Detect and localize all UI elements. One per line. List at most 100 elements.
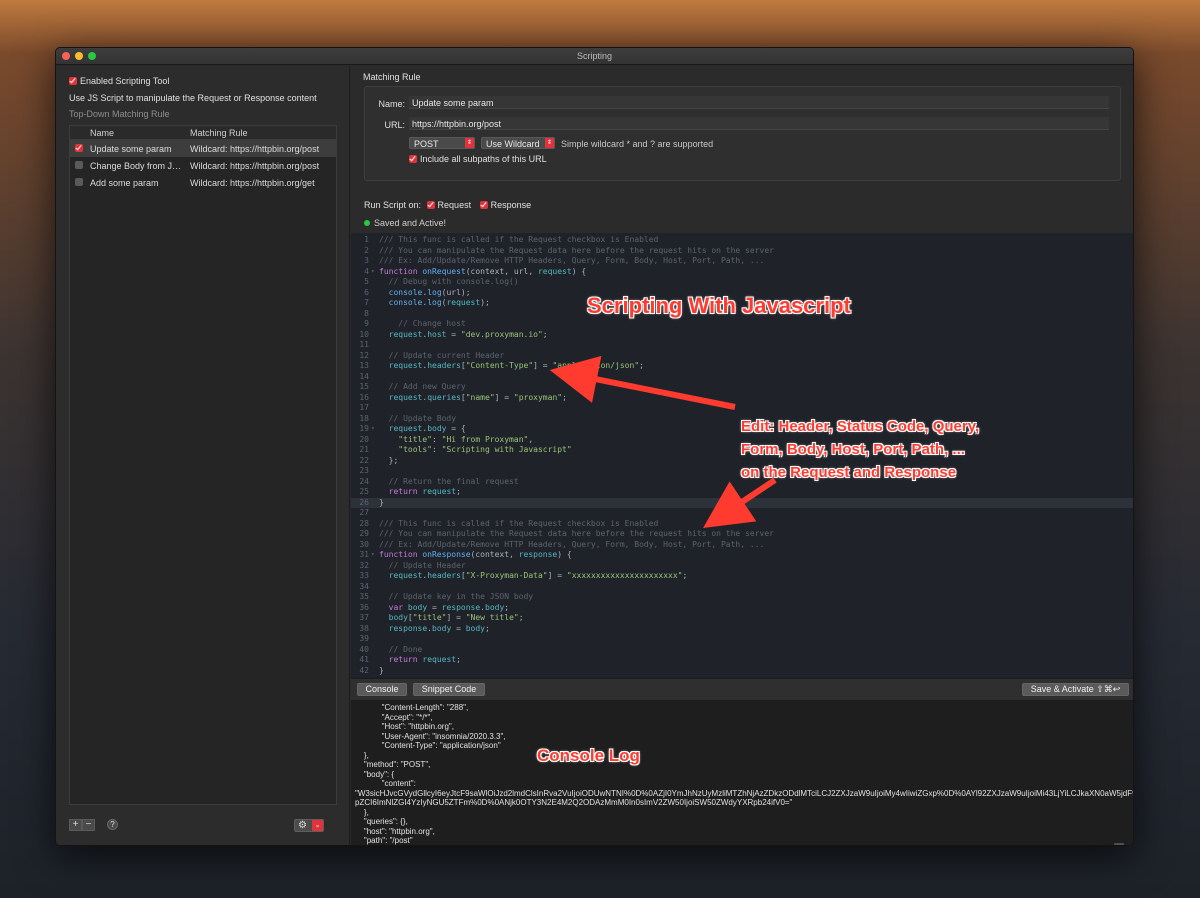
- rule-row[interactable]: Add some param Wildcard: https://httpbin…: [70, 174, 336, 191]
- code-line[interactable]: 29 /// You can manipulate the Request dat…: [351, 529, 1133, 540]
- line-number: 9: [364, 319, 369, 328]
- code-line[interactable]: 13 request.headers["Content-Type"] = "ap…: [351, 361, 1133, 372]
- run-script-on-label: Run Script on:: [364, 200, 422, 210]
- settings-menu-button[interactable]: ⚙ ⌄: [294, 819, 324, 832]
- rule-enabled-checkbox[interactable]: [75, 178, 83, 186]
- col-header-matching-rule[interactable]: Matching Rule: [190, 128, 248, 138]
- code-line[interactable]: 12 // Update current Header: [351, 350, 1133, 362]
- include-subpaths-row[interactable]: Include all subpaths of this URL: [409, 154, 547, 164]
- code-editor[interactable]: 42} 41 return request; 40 // Done 39 38 resp…: [351, 233, 1133, 678]
- code-line[interactable]: 36 var body = response.body;: [351, 603, 1133, 614]
- rule-enabled-checkbox[interactable]: [75, 161, 83, 169]
- line-number: 12: [359, 350, 369, 360]
- enable-scripting-row[interactable]: Enabled Scripting Tool: [69, 76, 169, 86]
- line-number: 11: [359, 340, 369, 349]
- code-line[interactable]: 27: [351, 508, 1133, 519]
- code-line[interactable]: 33 request.headers["X-Proxyman-Data"] = …: [351, 571, 1133, 582]
- code-line[interactable]: 30 /// Ex: Add/Update/Remove HTTP Headers…: [351, 539, 1133, 551]
- code-line[interactable]: 15 // Add new Query: [351, 382, 1133, 393]
- rule-name: Add some param: [90, 178, 159, 188]
- help-button[interactable]: ?: [107, 819, 118, 830]
- match-mode-value: Use Wildcard: [486, 139, 540, 149]
- code-line[interactable]: 1 /// This func is called if the Request …: [351, 235, 1133, 246]
- col-header-name[interactable]: Name: [90, 128, 114, 138]
- line-number: 20: [359, 434, 369, 444]
- rule-enabled-checkbox[interactable]: [75, 144, 83, 152]
- code-text: // Debug with console.log(): [379, 277, 519, 286]
- scripting-window: Scripting Enabled Scripting Tool Use JS …: [55, 47, 1134, 846]
- code-line[interactable]: 41 return request;: [351, 655, 1133, 666]
- code-line[interactable]: 5 // Debug with console.log(): [351, 277, 1133, 288]
- save-activate-button[interactable]: Save & Activate ⇧⌘↩: [1022, 683, 1129, 696]
- code-line[interactable]: 39: [351, 634, 1133, 645]
- code-line[interactable]: 42}: [351, 666, 1133, 677]
- rule-row[interactable]: Update some param Wildcard: https://http…: [70, 140, 336, 157]
- code-line[interactable]: 31 ▾ function onResponse(context, response…: [351, 550, 1133, 561]
- include-subpaths-checkbox[interactable]: [409, 155, 417, 163]
- code-text: console.log(request);: [388, 298, 490, 307]
- code-line[interactable]: 16 request.queries["name"] = "proxyman";: [351, 393, 1133, 404]
- code-line[interactable]: 26}: [351, 497, 1133, 508]
- enable-scripting-label: Enabled Scripting Tool: [80, 76, 170, 86]
- line-number: 8: [364, 308, 369, 318]
- code-text: request.host = "dev.proxyman.io";: [388, 329, 548, 339]
- code-text: // Update key in the JSON body: [379, 592, 534, 601]
- console-line: pZCI6ImNlZGI4YzIyNGU5ZTFm%0D%0ANjk0OTY3N…: [355, 798, 793, 807]
- code-line[interactable]: 37 body["title"] = "New title";: [351, 613, 1133, 624]
- console-line: "path": "/post": [355, 836, 413, 845]
- trash-icon[interactable]: [1114, 843, 1124, 845]
- console-line: "Content-Type": "application/json": [355, 741, 501, 750]
- rule-name: Change Body from JS...: [90, 161, 185, 171]
- code-text: /// This func is called if the Request c…: [379, 518, 659, 528]
- code-text: // Done: [379, 644, 423, 654]
- url-field[interactable]: https://httpbin.org/post: [409, 117, 1109, 130]
- code-line[interactable]: 10 request.host = "dev.proxyman.io";: [351, 329, 1133, 341]
- annotation-edit-block: Edit: Header, Status Code, Query, Form, …: [741, 415, 979, 484]
- enable-scripting-checkbox[interactable]: [69, 77, 77, 85]
- code-line[interactable]: 25 return request;: [351, 487, 1133, 498]
- code-line[interactable]: 28 /// This func is called if the Request…: [351, 518, 1133, 530]
- code-text: /// Ex: Add/Update/Remove HTTP Headers, …: [379, 256, 765, 265]
- method-select[interactable]: POST ⇕: [409, 137, 475, 149]
- console-log-panel[interactable]: : Run Script successfully!} "path": "/po…: [351, 701, 1133, 845]
- line-number: 27: [359, 508, 369, 517]
- rule-match: Wildcard: https://httpbin.org/post: [190, 161, 320, 171]
- line-number: 30: [359, 539, 369, 549]
- line-number: 23: [359, 466, 369, 475]
- snippet-code-button[interactable]: Snippet Code: [413, 683, 485, 696]
- code-line[interactable]: 32 // Update Header: [351, 561, 1133, 572]
- code-line[interactable]: 3 /// Ex: Add/Update/Remove HTTP Headers,…: [351, 256, 1133, 267]
- line-number: 33: [359, 571, 369, 580]
- code-line[interactable]: 2 /// You can manipulate the Request data…: [351, 246, 1133, 257]
- console-line: "body": {: [355, 769, 395, 779]
- run-on-request-checkbox[interactable]: [426, 201, 435, 209]
- code-text: function onResponse(context, response) {: [379, 550, 572, 559]
- rule-row[interactable]: Change Body from JS... Wildcard: https:/…: [70, 157, 336, 174]
- run-on-response-checkbox[interactable]: [479, 201, 488, 209]
- chevron-updown-icon: ⇕: [465, 138, 474, 148]
- fold-icon[interactable]: ▾: [371, 424, 375, 435]
- code-line[interactable]: 17: [351, 403, 1133, 414]
- fold-icon[interactable]: ▾: [371, 267, 375, 278]
- rule-match: Wildcard: https://httpbin.org/post: [190, 144, 320, 154]
- fold-icon[interactable]: ▾: [371, 550, 375, 561]
- code-line[interactable]: 11: [351, 340, 1133, 351]
- add-rule-button[interactable]: +: [69, 819, 82, 831]
- window-title: Scripting: [576, 51, 612, 61]
- run-on-response-label: Response: [490, 200, 532, 210]
- code-text: // Update Body: [379, 413, 457, 423]
- match-mode-select[interactable]: Use Wildcard ⇕: [481, 137, 555, 149]
- line-number: 26: [359, 497, 369, 507]
- code-line[interactable]: 40 // Done: [351, 644, 1133, 656]
- code-line[interactable]: 9 // Change host: [351, 319, 1133, 330]
- code-line[interactable]: 4 ▾ function onRequest(context, url, reque…: [351, 267, 1133, 278]
- code-line[interactable]: 14: [351, 372, 1133, 383]
- code-line[interactable]: 35 // Update key in the JSON body: [351, 592, 1133, 603]
- line-number: 40: [359, 644, 369, 654]
- line-number: 6: [364, 287, 369, 297]
- console-button[interactable]: Console: [357, 683, 407, 696]
- code-line[interactable]: 34: [351, 582, 1133, 593]
- remove-rule-button[interactable]: −: [82, 819, 95, 831]
- rule-name-field[interactable]: Update some param: [409, 96, 1109, 109]
- code-line[interactable]: 38 response.body = body;: [351, 624, 1133, 635]
